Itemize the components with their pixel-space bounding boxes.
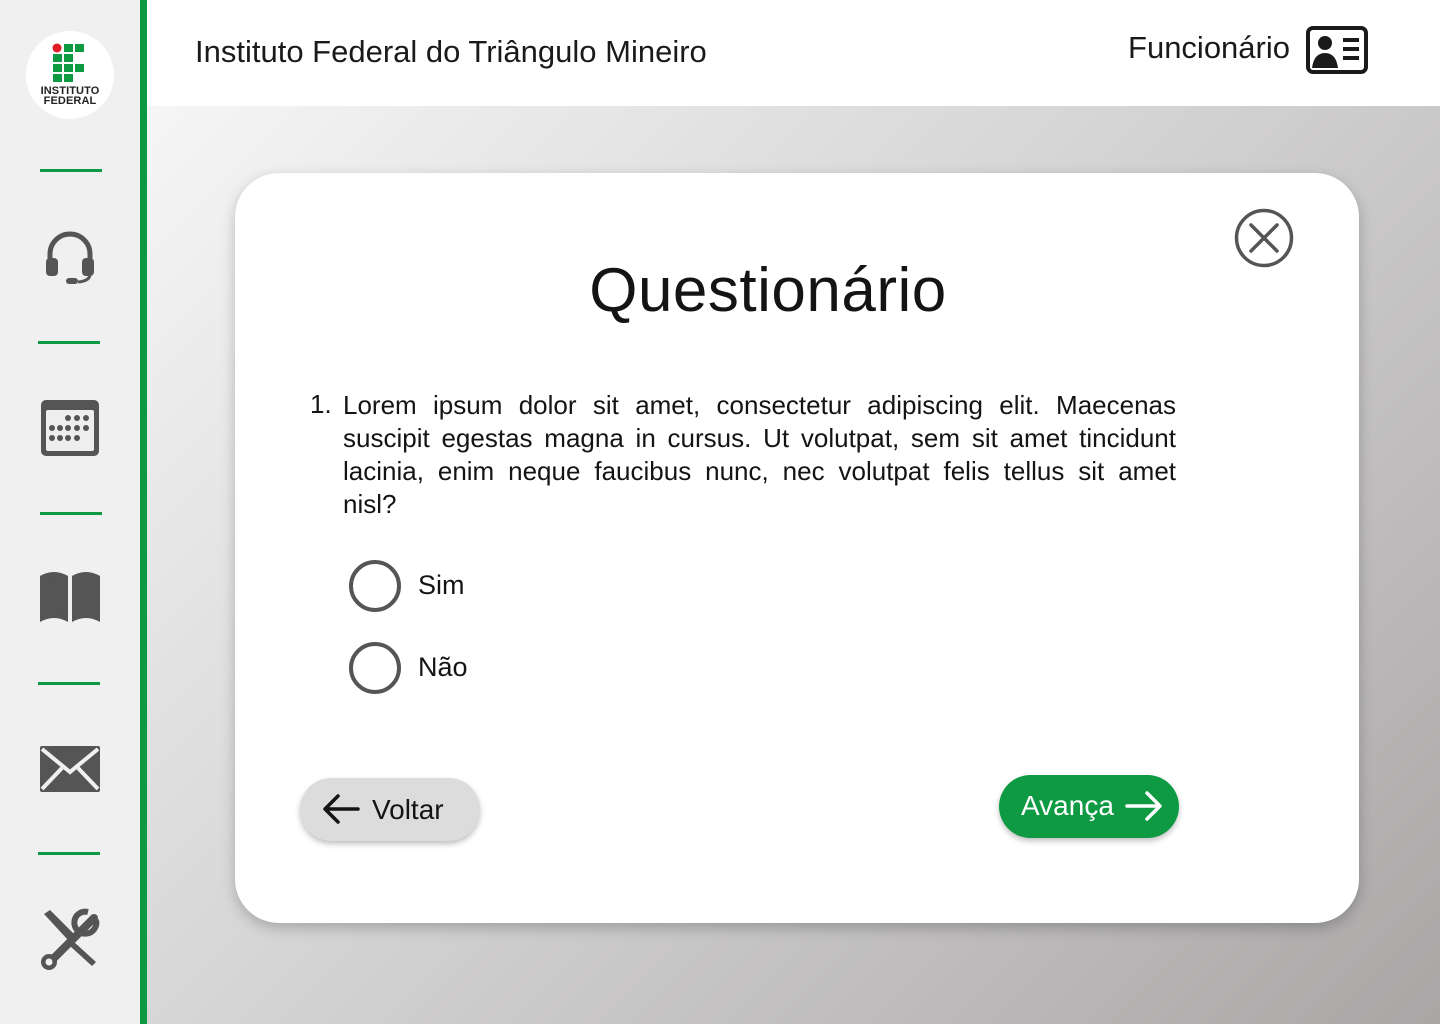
calendar-icon	[41, 400, 99, 456]
top-bar: Instituto Federal do Triângulo Mineiro F…	[147, 0, 1440, 106]
question-number: 1.	[310, 389, 332, 419]
sidebar-divider	[38, 682, 100, 685]
sidebar-item-messages[interactable]	[38, 736, 102, 800]
id-card-icon[interactable]	[1306, 26, 1368, 74]
radio-button[interactable]	[349, 642, 401, 694]
next-button-label: Avança	[1021, 790, 1114, 821]
sidebar-divider	[38, 852, 100, 855]
logo-mark-icon	[52, 43, 84, 82]
sidebar-divider	[40, 512, 102, 515]
user-role-label[interactable]: Funcionário	[1128, 30, 1290, 66]
next-button[interactable]: Avança	[999, 775, 1179, 838]
arrow-left-icon	[323, 794, 360, 824]
sidebar-item-support[interactable]	[38, 224, 102, 288]
radio-button[interactable]	[349, 560, 401, 612]
institute-logo[interactable]: INSTITUTO FEDERAL	[26, 31, 114, 119]
sidebar-accent-bar	[140, 0, 147, 1024]
book-icon	[40, 572, 100, 622]
logo-text-line2: FEDERAL	[43, 95, 97, 107]
modal-title: Questionário	[589, 256, 947, 325]
sidebar-item-settings[interactable]	[38, 906, 102, 970]
option-label: Não	[418, 652, 468, 682]
tools-icon	[41, 908, 100, 970]
headset-icon	[46, 231, 94, 284]
app-title: Instituto Federal do Triângulo Mineiro	[195, 34, 707, 69]
sidebar-divider	[38, 341, 100, 344]
sidebar-item-calendar[interactable]	[38, 396, 102, 460]
question-text: Lorem ipsum dolor sit amet, consectetur …	[343, 390, 1191, 519]
option-label: Sim	[418, 570, 465, 600]
questionnaire-modal: Questionário 1. Lorem ipsum dolor sit am…	[235, 173, 1359, 923]
arrow-right-icon	[1125, 791, 1162, 821]
back-button[interactable]: Voltar	[300, 778, 480, 841]
sidebar-divider	[40, 169, 102, 172]
sidebar: INSTITUTO FEDERAL	[0, 0, 140, 1024]
back-button-label: Voltar	[372, 794, 444, 825]
mail-icon	[40, 746, 100, 792]
sidebar-item-courses[interactable]	[38, 566, 102, 630]
